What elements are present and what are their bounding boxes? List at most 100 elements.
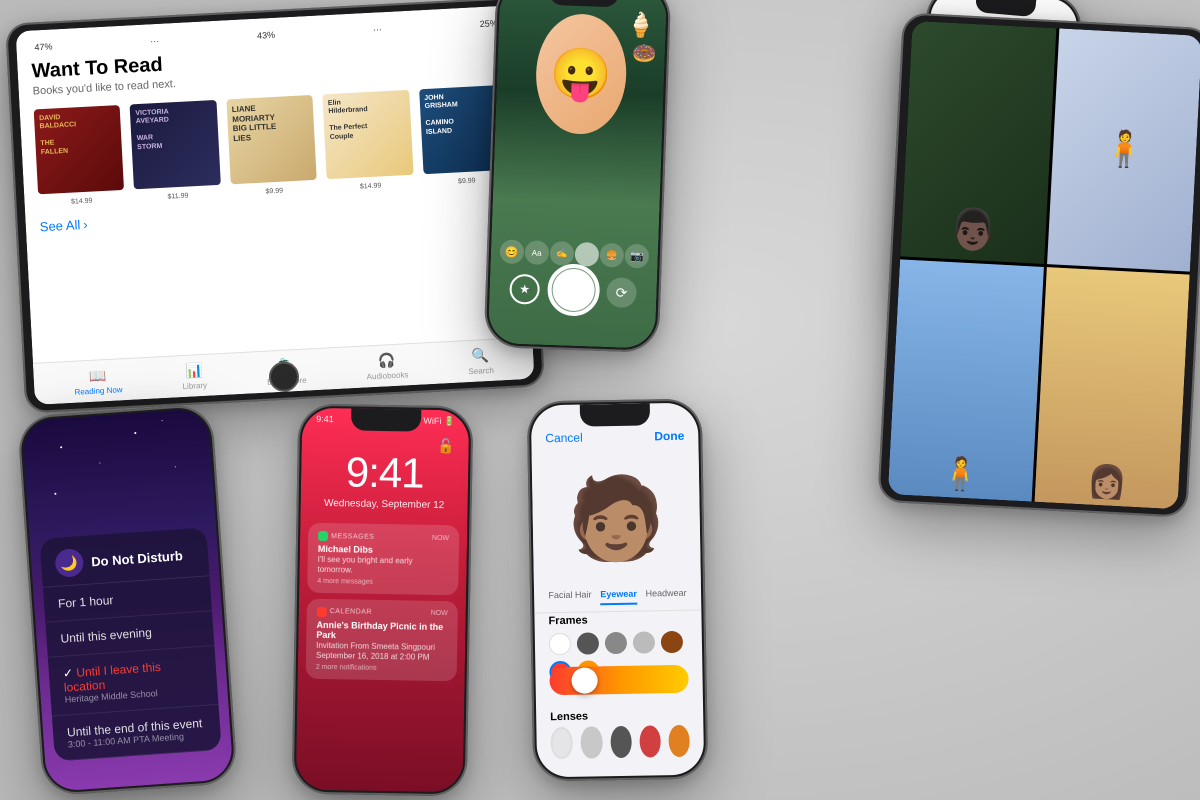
- dnd-option-label: For 1 hour: [58, 593, 114, 611]
- tab-library[interactable]: 📊 Library: [181, 361, 207, 390]
- notification-calendar[interactable]: CALENDAR NOW Annie's Birthday Picnic in …: [306, 598, 458, 680]
- book-icon: 📖: [89, 367, 107, 385]
- messages-app-icon: [318, 531, 328, 541]
- lens-dark-gray[interactable]: [610, 726, 632, 758]
- notif-app-label: MESSAGES: [318, 531, 374, 542]
- book-cover-3: LIANEMORIARTYBIG LITTLELIES: [226, 95, 317, 184]
- camera-tool-text[interactable]: Aa: [524, 240, 549, 265]
- color-option-light-gray[interactable]: [633, 631, 655, 653]
- notif-header: MESSAGES NOW: [318, 531, 449, 543]
- tab-audiobooks[interactable]: 🎧 Audiobooks: [365, 351, 408, 381]
- book-item[interactable]: ElinHilderbrandThe PerfectCouple $14.99: [322, 90, 413, 192]
- notif-timestamp: NOW: [432, 534, 449, 541]
- lens-light-gray[interactable]: [581, 726, 603, 758]
- status-left: 47%: [34, 41, 53, 52]
- memoji-frames-label: Frames: [548, 615, 587, 628]
- color-option-dark-gray[interactable]: [577, 632, 599, 654]
- camera-effects-button[interactable]: ★: [509, 274, 540, 305]
- book-title-2: VICTORIAAVEYARDWARSTORM: [135, 106, 213, 152]
- ipad-books-device: 47% ··· 43% ··· 25% Want To Read Books y…: [5, 0, 545, 413]
- memoji-done-button[interactable]: Done: [654, 429, 684, 444]
- camera-shutter-button[interactable]: [546, 263, 600, 317]
- facetime-top: 👨🏿 🧍: [900, 21, 1200, 271]
- facetime-screen: 👨🏿 🧍 🧍 👩🏽: [888, 21, 1200, 510]
- memoji-slider[interactable]: [549, 665, 688, 695]
- book-cover-4: ElinHilderbrandThe PerfectCouple: [322, 90, 413, 179]
- dnd-panel: 🌙 Do Not Disturb For 1 hour Until this e…: [40, 527, 222, 761]
- shutter-inner: [551, 268, 594, 311]
- memoji-cat-facial-hair[interactable]: Facial Hair: [548, 589, 591, 606]
- facetime-grid: 👨🏿 🧍 🧍 👩🏽: [888, 21, 1200, 510]
- calendar-app-icon: [317, 607, 327, 617]
- lock-notifications: MESSAGES NOW Michael Dibs I'll see you b…: [306, 523, 460, 681]
- lens-clear[interactable]: [550, 727, 573, 759]
- person-avatar-1: 👨🏿: [948, 208, 1000, 251]
- lens-red[interactable]: [639, 725, 661, 757]
- iphone-lock-device: 9:41 ▲ WiFi 🔋 🔓 9:41 Wednesday, Septembe…: [292, 404, 474, 797]
- facetime-participant-4: 👩🏽: [1034, 267, 1190, 510]
- lock-time: 9:41: [301, 448, 469, 499]
- notif-header: CALENDAR NOW: [317, 607, 448, 619]
- ipad-facetime-device: 👨🏿 🧍 🧍 👩🏽: [877, 12, 1200, 518]
- camera-tool-smiley[interactable]: 😊: [499, 239, 524, 264]
- iphone-camera-device: 😛 🍦 🍩 😊 Aa ✍ 🍔 📷 ★ ⟳: [484, 0, 672, 353]
- notif-more: 2 more notifications: [316, 663, 447, 672]
- camera-subject: 😛: [534, 13, 628, 136]
- memoji-cat-eyewear[interactable]: Eyewear: [600, 589, 637, 606]
- facetime-participant-2: 🧍: [1047, 28, 1200, 271]
- lock-notch: [350, 408, 420, 431]
- iphone-memoji-device: Cancel Done 🧑🏽 Facial Hair Eyewear Headw…: [527, 399, 709, 782]
- notif-app-label: CALENDAR: [317, 607, 372, 618]
- ipad-screen: 47% ··· 43% ··· 25% Want To Read Books y…: [16, 5, 535, 405]
- book-title-4: ElinHilderbrandThe PerfectCouple: [328, 96, 406, 142]
- book-item[interactable]: DAVIDBALDACCITHEFALLEN $14.99: [34, 105, 125, 207]
- headphones-icon: 🎧: [378, 351, 396, 369]
- moon-icon: 🌙: [54, 548, 84, 578]
- memoji-slider-track: [549, 665, 688, 695]
- memoji-nav: Cancel Done: [531, 429, 698, 446]
- memoji-avatar: 🧑🏽: [566, 478, 667, 560]
- dnd-title: Do Not Disturb: [91, 548, 184, 569]
- notification-messages[interactable]: MESSAGES NOW Michael Dibs I'll see you b…: [307, 523, 459, 595]
- person-avatar-2: 🧍: [1102, 128, 1148, 171]
- camera-tool-shapes[interactable]: [575, 242, 600, 267]
- tab-reading-now[interactable]: 📖 Reading Now: [73, 366, 122, 396]
- books-grid: DAVIDBALDACCITHEFALLEN $14.99 VICTORIAAV…: [34, 85, 510, 208]
- dnd-background: 🌙 Do Not Disturb For 1 hour Until this e…: [21, 408, 233, 792]
- lens-orange[interactable]: [668, 725, 690, 757]
- lock-screen: 9:41 ▲ WiFi 🔋 🔓 9:41 Wednesday, Septembe…: [296, 408, 470, 793]
- camera-tool-emoji[interactable]: 🍔: [600, 243, 625, 268]
- memoji-cancel-button[interactable]: Cancel: [545, 431, 583, 446]
- camera-tool-more[interactable]: 📷: [625, 244, 650, 269]
- book-item[interactable]: LIANEMORIARTYBIG LITTLELIES $9.99: [226, 95, 317, 197]
- camera-flip-button[interactable]: ⟳: [606, 277, 637, 308]
- facetime-participant-3: 🧍: [888, 259, 1044, 502]
- dnd-option-label: Until this evening: [60, 625, 152, 645]
- iphone-dnd-device: 🌙 Do Not Disturb For 1 hour Until this e…: [17, 404, 238, 797]
- tab-search[interactable]: 🔍 Search: [467, 346, 494, 375]
- book-price-1: $14.99: [38, 196, 125, 208]
- color-option-mid-gray[interactable]: [605, 632, 627, 654]
- memoji-cat-headwear[interactable]: Headwear: [646, 588, 687, 605]
- camera-screen: 😛 🍦 🍩 😊 Aa ✍ 🍔 📷 ★ ⟳: [488, 0, 668, 349]
- facetime-bottom: 🧍 👩🏽: [888, 259, 1190, 509]
- memoji-screen: Cancel Done 🧑🏽 Facial Hair Eyewear Headw…: [531, 403, 704, 778]
- dnd-screen: 🌙 Do Not Disturb For 1 hour Until this e…: [21, 408, 233, 792]
- memoji-lens-options: [550, 725, 690, 759]
- book-price-2: $11.99: [135, 191, 222, 203]
- notif-body: I'll see you bright and early tomorrow.: [317, 555, 448, 578]
- color-option-white[interactable]: [549, 633, 571, 655]
- lock-status-time: 9:41: [316, 414, 334, 425]
- chevron-right-icon: ›: [83, 217, 88, 232]
- memoji-slider-thumb[interactable]: [571, 667, 597, 693]
- book-title-3: LIANEMORIARTYBIG LITTLELIES: [232, 101, 310, 143]
- camera-tool-brush[interactable]: ✍: [549, 241, 574, 266]
- book-item[interactable]: VICTORIAAVEYARDWARSTORM $11.99: [130, 100, 221, 202]
- status-dots: ···: [150, 36, 160, 46]
- facetime-participant-1: 👨🏿: [900, 21, 1056, 264]
- camera-viewfinder: 😛 🍦 🍩 😊 Aa ✍ 🍔 📷 ★ ⟳: [488, 0, 668, 349]
- notif-body: Invitation From Smeeta Singpouri Septemb…: [316, 641, 447, 664]
- memoji-category-bar: Facial Hair Eyewear Headwear: [534, 588, 701, 614]
- memoji-preview: 🧑🏽: [532, 453, 701, 586]
- color-option-brown[interactable]: [661, 631, 683, 653]
